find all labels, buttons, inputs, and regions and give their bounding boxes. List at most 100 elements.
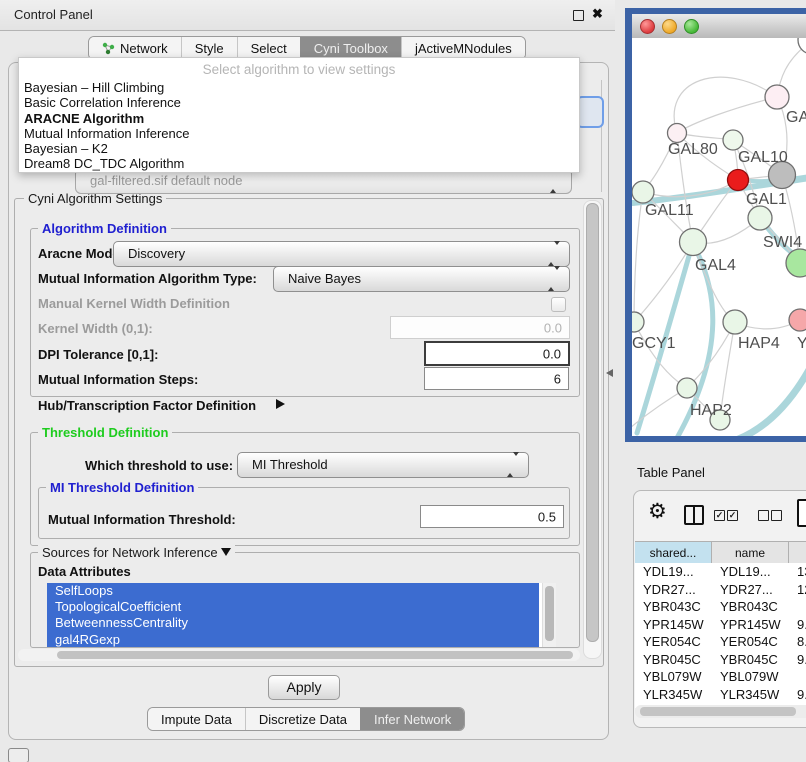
data-attributes-label: Data Attributes	[38, 564, 131, 579]
dropdown-item[interactable]: Basic Correlation Inference	[19, 95, 579, 110]
settings-scrollbar-thumb[interactable]	[586, 203, 599, 642]
list-scrollbar-thumb[interactable]	[545, 586, 554, 641]
table-row[interactable]: YBL079WYBL079W	[635, 668, 806, 686]
close-traffic-light[interactable]	[640, 19, 655, 34]
network-node-gal1[interactable]	[728, 170, 749, 191]
network-node-hap2[interactable]	[677, 378, 697, 398]
dropdown-item[interactable]: Bayesian – Hill Climbing	[19, 80, 579, 95]
table-row[interactable]: YBR045CYBR045C9.	[635, 651, 806, 669]
attribute-item[interactable]: BetweennessCentrality	[47, 615, 539, 631]
expand-right-triangle-icon[interactable]	[276, 399, 285, 409]
checked-checkbox-icon[interactable]: ✓	[727, 510, 738, 521]
table-cell: 8.	[789, 633, 806, 651]
node-label-hap2: HAP2	[690, 402, 732, 419]
algorithm-dropdown: Select algorithm to view settings Bayesi…	[18, 57, 580, 173]
network-node-hap4[interactable]	[723, 310, 747, 334]
network-node-gal[interactable]	[765, 85, 789, 109]
attribute-item[interactable]: SelfLoops	[47, 583, 539, 599]
which-threshold-combo[interactable]: MI Threshold	[237, 452, 529, 478]
apply-button[interactable]: Apply	[268, 675, 340, 700]
table-row[interactable]: YLR345WYLR345W9.	[635, 686, 806, 704]
dropdown-item[interactable]: ARACNE Algorithm	[19, 111, 579, 126]
mi-steps-field[interactable]: 6	[424, 367, 569, 390]
node-label-gal4: GAL4	[695, 257, 736, 274]
tab-discretize-data[interactable]: Discretize Data	[245, 708, 360, 730]
table-header: shared...name	[635, 541, 806, 565]
tab-jactivemnodules[interactable]: jActiveMNodules	[401, 37, 525, 59]
network-window: GALGAL80GAL10GAL1GAL11SWI4GAL4GCY1HAP4YH…	[625, 8, 806, 442]
dpi-tolerance-value: 0.0	[543, 346, 561, 361]
network-window-titlebar[interactable]	[632, 14, 806, 39]
kernel-width-value: 0.0	[544, 320, 562, 335]
table-row[interactable]: YDR27...YDR27...12	[635, 581, 806, 599]
attribute-item[interactable]: gal4RGexp	[47, 632, 539, 647]
column-header[interactable]	[789, 542, 806, 564]
settings-hscrollbar-thumb[interactable]	[57, 651, 573, 659]
table-hscrollbar-thumb[interactable]	[640, 707, 796, 716]
table-cell: YPR145W	[712, 616, 789, 634]
focused-combo-fragment[interactable]	[576, 96, 604, 128]
columns-icon[interactable]	[684, 505, 704, 525]
table-cell: 9.	[789, 616, 806, 634]
table-row[interactable]: YBR043CYBR043C	[635, 598, 806, 616]
tab-select[interactable]: Select	[237, 37, 300, 59]
mi-type-label: Mutual Information Algorithm Type:	[38, 271, 257, 286]
network-node-swi4[interactable]	[748, 206, 772, 230]
dropdown-item[interactable]: Mutual Information Inference	[19, 126, 579, 141]
table-cell: YBR043C	[635, 598, 712, 616]
table-cell: YLR345W	[635, 686, 712, 704]
unchecked-checkbox-icon[interactable]	[771, 510, 782, 521]
mi-steps-label: Mutual Information Steps:	[38, 372, 198, 387]
table-cell: YLR345W	[712, 686, 789, 704]
aracne-mode-combo[interactable]: Discovery	[113, 241, 570, 267]
unchecked-checkbox-icon[interactable]	[758, 510, 769, 521]
aracne-mode-value: Discovery	[128, 246, 185, 261]
checked-checkbox-icon[interactable]: ✓	[714, 510, 725, 521]
network-canvas[interactable]: GALGAL80GAL10GAL1GAL11SWI4GAL4GCY1HAP4YH…	[632, 38, 806, 436]
gear-icon[interactable]: ⚙	[648, 499, 667, 524]
network-graph: GALGAL80GAL10GAL1GAL11SWI4GAL4GCY1HAP4YH…	[632, 38, 806, 436]
table-cell: YBL079W	[712, 668, 789, 686]
minimize-traffic-light[interactable]	[662, 19, 677, 34]
tab-style[interactable]: Style	[181, 37, 237, 59]
zoom-traffic-light[interactable]	[684, 19, 699, 34]
document-icon[interactable]	[797, 499, 806, 527]
cursor-icon	[606, 369, 613, 377]
tab-infer-network[interactable]: Infer Network	[360, 708, 464, 730]
float-window-icon[interactable]	[573, 10, 584, 21]
network-node-gcy1[interactable]	[632, 312, 644, 332]
algorithm-definition-title: Algorithm Definition	[38, 221, 171, 236]
manual-kernel-checkbox[interactable]	[551, 297, 566, 312]
tab-cyni-toolbox[interactable]: Cyni Toolbox	[300, 37, 401, 59]
table-row[interactable]: YDL19...YDL19...13	[635, 563, 806, 581]
table-cell: YDL19...	[712, 563, 789, 581]
network-node-y[interactable]	[789, 309, 806, 331]
table-row[interactable]: YER054CYER054C8.	[635, 633, 806, 651]
network-node-gal80[interactable]	[668, 124, 687, 143]
sources-group-title[interactable]: Sources for Network Inference	[38, 545, 235, 560]
hub-definition-label[interactable]: Hub/Transcription Factor Definition	[38, 398, 256, 413]
spinner-arrows-icon	[507, 456, 519, 474]
dropdown-item[interactable]: Dream8 DC_TDC Algorithm	[19, 156, 579, 171]
collapse-down-triangle-icon[interactable]	[221, 548, 231, 556]
table-cell: YER054C	[635, 633, 712, 651]
column-header[interactable]: shared...	[635, 542, 712, 564]
kernel-width-field[interactable]: 0.0	[390, 316, 570, 339]
table-row[interactable]: YPR145WYPR145W9.	[635, 616, 806, 634]
tab-network[interactable]: Network	[89, 37, 181, 59]
column-header[interactable]: name	[712, 542, 789, 564]
mi-threshold-field[interactable]: 0.5	[420, 505, 564, 528]
docked-panel-icon[interactable]	[8, 748, 29, 762]
tab-impute-data[interactable]: Impute Data	[148, 708, 245, 730]
attribute-item[interactable]: TopologicalCoefficient	[47, 599, 539, 615]
network-node-gal11[interactable]	[632, 181, 654, 203]
network-node-gal10[interactable]	[723, 130, 743, 150]
dpi-tolerance-field[interactable]: 0.0	[424, 341, 570, 366]
node-label-gcy1: GCY1	[632, 335, 676, 352]
mi-type-combo[interactable]: Naive Bayes	[273, 266, 570, 292]
network-node-gal4[interactable]	[680, 229, 707, 256]
panel-title: Control Panel	[14, 7, 93, 22]
dropdown-item[interactable]: Bayesian – K2	[19, 141, 579, 156]
network-edge	[677, 97, 777, 133]
close-icon[interactable]: ✖	[592, 6, 603, 22]
